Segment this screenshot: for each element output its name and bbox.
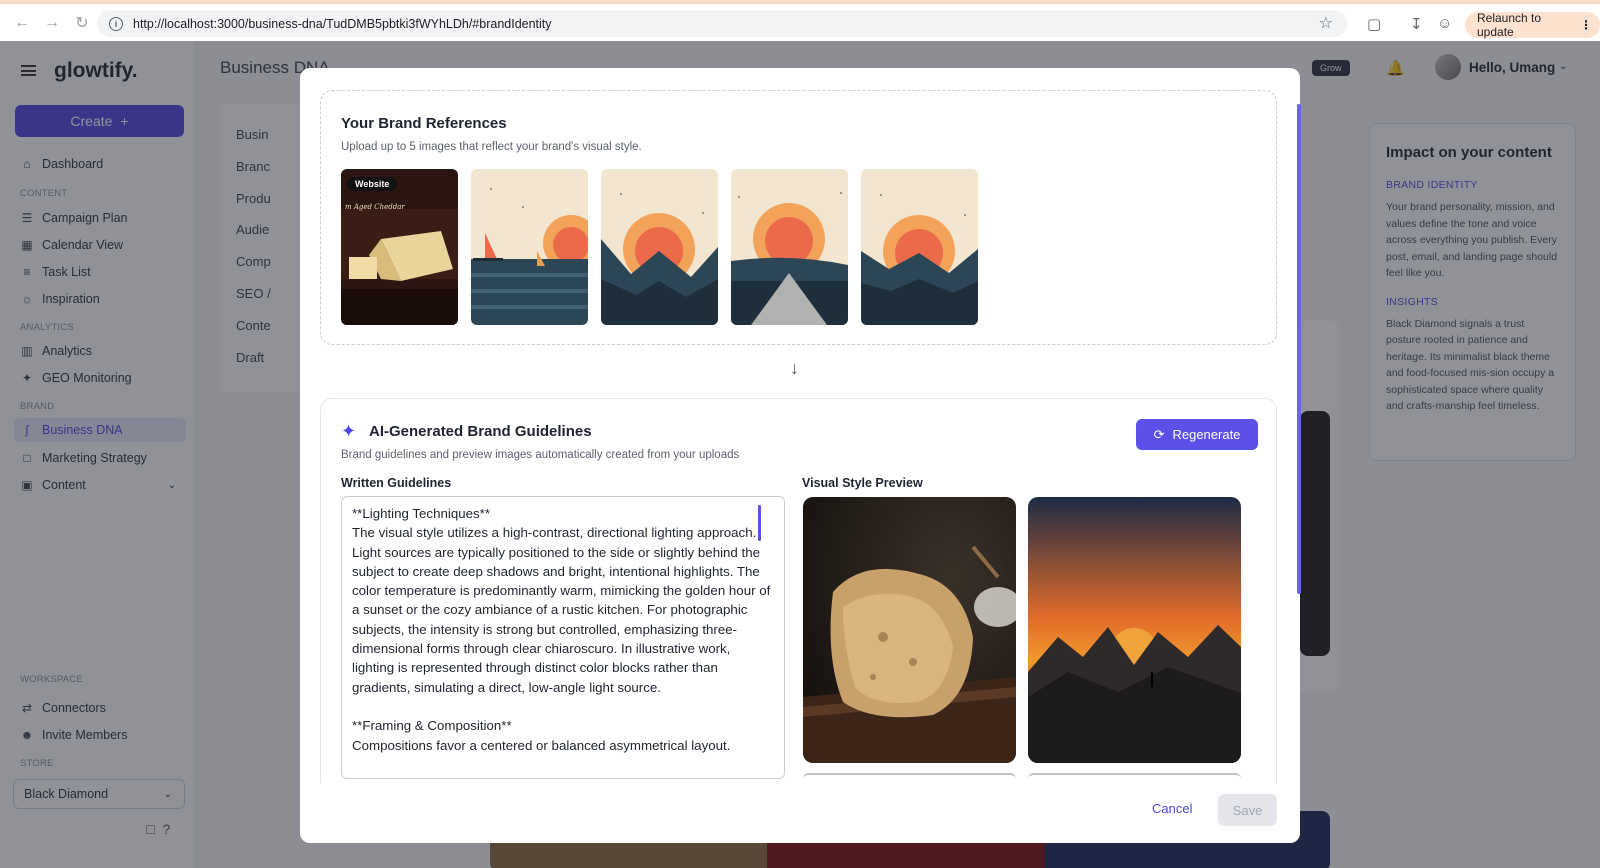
reference-image[interactable] — [731, 169, 848, 325]
written-guidelines-textarea[interactable]: **Lighting Techniques** The visual style… — [341, 496, 785, 779]
refresh-icon: ⟳ — [1153, 426, 1165, 442]
preview-image-peek — [1028, 773, 1241, 779]
brand-references-dropzone[interactable]: Your Brand References Upload up to 5 ima… — [320, 90, 1277, 345]
visual-style-label: Visual Style Preview — [802, 476, 923, 490]
guidelines-title: AI-Generated Brand Guidelines — [369, 423, 592, 440]
relaunch-label: Relaunch to update — [1477, 11, 1542, 39]
arrow-down-icon: ↓ — [790, 358, 799, 378]
more-menu-icon[interactable]: ⋮ — [1580, 18, 1592, 32]
browser-chrome: ← → ↻ i http://localhost:3000/business-d… — [0, 0, 1600, 41]
sunset-mountains-photo-image — [1028, 497, 1241, 763]
cheddar-poster-image: m Aged Cheddar — [341, 169, 458, 325]
extensions-icon[interactable]: ▢ — [1367, 15, 1381, 33]
preview-image-cheese[interactable] — [803, 497, 1016, 763]
refs-title: Your Brand References — [341, 115, 507, 132]
download-icon[interactable]: ↧ — [1410, 15, 1423, 33]
refs-subtitle: Upload up to 5 images that reflect your … — [341, 141, 642, 153]
reference-image[interactable] — [861, 169, 978, 325]
modal-body: Your Brand References Upload up to 5 ima… — [300, 68, 1300, 783]
regenerate-button[interactable]: ⟳ Regenerate — [1136, 419, 1258, 450]
sparkle-icon: ✦ — [341, 421, 357, 441]
relaunch-button[interactable]: Relaunch to update ⋮ — [1465, 11, 1600, 39]
bookmark-star-icon[interactable]: ☆ — [1319, 13, 1333, 33]
profile-icon[interactable]: ☺ — [1437, 15, 1452, 32]
preview-image-sunset[interactable] — [1028, 497, 1241, 763]
textarea-scrollbar[interactable] — [758, 505, 761, 541]
back-icon[interactable]: ← — [10, 11, 34, 35]
guidelines-subtitle: Brand guidelines and preview images auto… — [341, 449, 740, 461]
regenerate-label: Regenerate — [1172, 427, 1241, 442]
reference-image[interactable] — [601, 169, 718, 325]
cancel-button[interactable]: Cancel — [1152, 801, 1192, 816]
preview-image-peek — [803, 773, 1016, 779]
address-bar[interactable]: i http://localhost:3000/business-dna/Tud… — [97, 10, 1347, 37]
ai-guidelines-card: ✦ AI-Generated Brand Guidelines Brand gu… — [320, 398, 1277, 783]
site-info-icon[interactable]: i — [109, 16, 123, 31]
cheese-photo-image — [803, 497, 1016, 763]
website-tag: Website — [347, 177, 398, 191]
sunset-road-image — [731, 169, 848, 325]
save-button[interactable]: Save — [1218, 794, 1277, 826]
reference-image[interactable] — [471, 169, 588, 325]
modal-footer: Cancel Save — [300, 783, 1300, 843]
reference-image[interactable]: m Aged Cheddar Website — [341, 169, 458, 325]
sunset-mountains-image — [601, 169, 718, 325]
reload-icon[interactable]: ↻ — [70, 11, 94, 35]
sunset-sea-image — [471, 169, 588, 325]
url-text: http://localhost:3000/business-dna/TudDM… — [133, 16, 552, 31]
written-guidelines-label: Written Guidelines — [341, 476, 452, 490]
modal-scrollbar[interactable] — [1297, 104, 1301, 594]
sunset-peaks-image — [861, 169, 978, 325]
forward-icon[interactable]: → — [40, 11, 64, 35]
thumb-caption: m Aged Cheddar — [345, 203, 405, 211]
brand-references-modal: Your Brand References Upload up to 5 ima… — [300, 68, 1300, 843]
